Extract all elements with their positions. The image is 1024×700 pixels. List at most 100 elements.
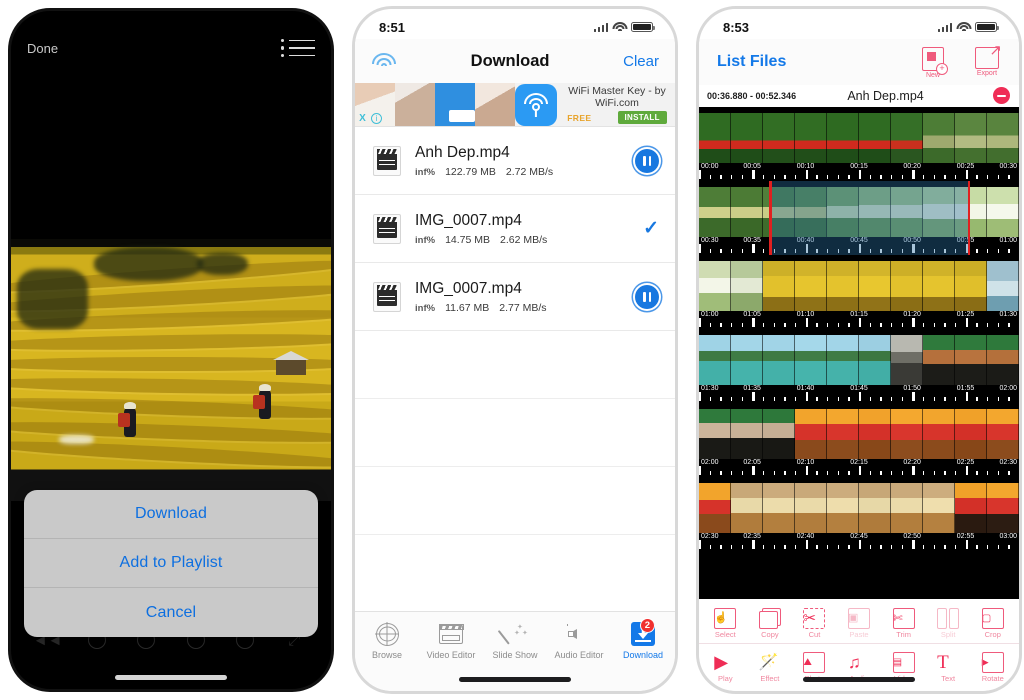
ruler-tick	[912, 170, 915, 179]
table-row[interactable]: IMG_0007.mp4 inf% 14.75 MB 2.62 MB/s ✓	[355, 195, 675, 263]
filmstrip-icon: ▤	[892, 652, 915, 673]
timeline-row[interactable]: 00:00 00:05 00:10 00:15 00:20 00:25 00:3…	[699, 107, 1019, 181]
ruler-tick	[731, 397, 733, 401]
tab-browse[interactable]: Browse	[355, 621, 419, 660]
action-sheet-cancel[interactable]: Cancel	[24, 588, 318, 637]
selection-start-marker[interactable]	[769, 181, 772, 255]
ruler-tick	[965, 318, 968, 327]
ruler-ticks	[699, 318, 1019, 327]
ad-price-label: FREE	[567, 112, 592, 123]
ruler-label: 01:40	[796, 385, 815, 392]
ruler-tick	[805, 318, 808, 327]
timeline-ruler: 00:00 00:05 00:10 00:15 00:20 00:25 00:3…	[699, 163, 1019, 181]
tool-select[interactable]: ☝ Select	[703, 603, 748, 643]
tab-download[interactable]: 2 Download	[611, 618, 675, 660]
playlist-icon[interactable]	[280, 38, 315, 58]
done-check-icon: ✓	[643, 218, 659, 239]
ruler-tick	[709, 175, 712, 179]
ruler-tick	[720, 545, 722, 549]
ad-close-group[interactable]: X i	[357, 113, 382, 124]
tab-video-editor[interactable]: Video Editor	[419, 621, 483, 660]
tool-cut[interactable]: ✂ Cut	[792, 603, 837, 643]
file-speed: 2.62 MB/s	[500, 233, 548, 246]
export-share-icon: ↗	[975, 43, 1002, 69]
tab-audio-editor[interactable]: Audio Editor	[547, 621, 611, 660]
tab-slide-show[interactable]: ✦ ✦ ✦ Slide Show	[483, 621, 547, 660]
tool-text[interactable]: T Text	[926, 648, 971, 687]
ruler-tick	[944, 323, 946, 327]
file-percent: inf%	[415, 234, 436, 246]
tool-rotate[interactable]: ▶ Rotate	[970, 648, 1015, 687]
video-preview[interactable]	[11, 239, 331, 501]
timeline-row[interactable]: 02:30 02:35 02:40 02:45 02:50 02:55 03:0…	[699, 477, 1019, 551]
ad-close-icon[interactable]: X	[357, 113, 368, 124]
ruler-tick	[891, 323, 893, 327]
ruler-tick	[752, 244, 755, 253]
timeline-row[interactable]: 01:30 01:35 01:40 01:45 01:50 01:55 02:0…	[699, 329, 1019, 403]
action-sheet-download[interactable]: Download	[24, 490, 318, 539]
tool-split[interactable]: Split	[926, 603, 971, 643]
ruler-tick	[901, 323, 904, 327]
selection-end-marker[interactable]	[967, 181, 971, 255]
ruler-tick	[795, 471, 797, 475]
ruler-tick	[752, 466, 755, 475]
list-item	[355, 467, 675, 535]
video-timeline[interactable]: 00:00 00:05 00:10 00:15 00:20 00:25 00:3…	[699, 107, 1019, 599]
phone-mockup-player: Done ◄◄ ⤢ Download Add to Playlist Cance…	[8, 8, 334, 692]
pause-button[interactable]	[635, 284, 659, 309]
ruler-tick	[816, 323, 818, 327]
timeline-row[interactable]: 01:00 01:05 01:10 01:15 01:20 01:25 01:3…	[699, 255, 1019, 329]
export-button[interactable]: ↗ Export	[967, 43, 1007, 77]
speaker-icon	[566, 621, 592, 647]
file-name: IMG_0007.mp4	[415, 279, 522, 297]
ruler-tick	[1008, 249, 1010, 253]
ruler-label: 02:00	[701, 459, 719, 466]
ruler-tick	[805, 392, 808, 401]
minus-circle-icon[interactable]	[993, 87, 1010, 104]
ruler-tick	[944, 175, 946, 179]
file-speed: 2.72 MB/s	[505, 165, 554, 178]
page-title[interactable]: List Files	[717, 53, 786, 71]
tool-effect[interactable]: 🪄 Effect	[748, 648, 793, 687]
action-sheet-add-to-playlist[interactable]: Add to Playlist	[24, 539, 318, 588]
tool-crop[interactable]: ▢ Crop	[970, 603, 1015, 643]
ruler-label: 01:00	[701, 311, 719, 318]
new-button[interactable]: + New	[913, 47, 953, 79]
timeline-ruler: 01:00 01:05 01:10 01:15 01:20 01:25 01:3…	[699, 311, 1019, 329]
ruler-label: 03:00	[999, 533, 1017, 540]
tool-label: Split	[940, 629, 956, 639]
ruler-label: 00:00	[701, 163, 719, 170]
tool-play[interactable]: ▶ Play	[703, 648, 748, 687]
ad-info-icon[interactable]: i	[371, 113, 382, 124]
ruler-tick	[923, 323, 925, 327]
clear-button[interactable]: Clear	[623, 53, 659, 70]
ruler-tick	[784, 471, 786, 475]
ruler-tick	[827, 471, 829, 475]
ruler-tick	[965, 170, 968, 179]
table-row[interactable]: Anh Dep.mp4 inf% 122.79 MB 2.72 MB/s	[355, 127, 675, 195]
ruler-label: 01:05	[743, 311, 761, 318]
ruler-tick	[859, 466, 862, 475]
wifi-icon[interactable]	[371, 52, 397, 70]
ruler-tick	[891, 471, 893, 475]
pause-button[interactable]	[635, 148, 659, 173]
notch	[444, 9, 586, 35]
movie-file-icon	[373, 213, 401, 244]
ruler-ticks	[699, 466, 1019, 475]
filmstrip	[699, 483, 1019, 533]
tool-trim[interactable]: ✄ Trim	[881, 603, 926, 643]
tool-paste[interactable]: ▣ Paste	[837, 603, 882, 643]
ruler-tick	[859, 170, 862, 179]
timeline-row[interactable]: 02:00 02:05 02:10 02:15 02:20 02:25 02:3…	[699, 403, 1019, 477]
rotate-icon: ▶	[981, 652, 1004, 673]
table-row[interactable]: IMG_0007.mp4 inf% 11.67 MB 2.77 MB/s	[355, 263, 675, 331]
ad-banner[interactable]: X i WiFi Master Key - by WiFi.com FREE I…	[355, 83, 675, 127]
ruler-tick	[837, 175, 840, 179]
ruler-tick	[848, 471, 850, 475]
done-button[interactable]: Done	[27, 41, 58, 56]
tool-copy[interactable]: Copy	[748, 603, 793, 643]
timeline-row[interactable]: 00:30 00:35 00:40 00:45 00:50 00:55 01:0…	[699, 181, 1019, 255]
ad-install-button[interactable]: INSTALL	[617, 111, 667, 125]
home-indicator	[803, 677, 915, 682]
file-name: IMG_0007.mp4	[415, 211, 522, 229]
